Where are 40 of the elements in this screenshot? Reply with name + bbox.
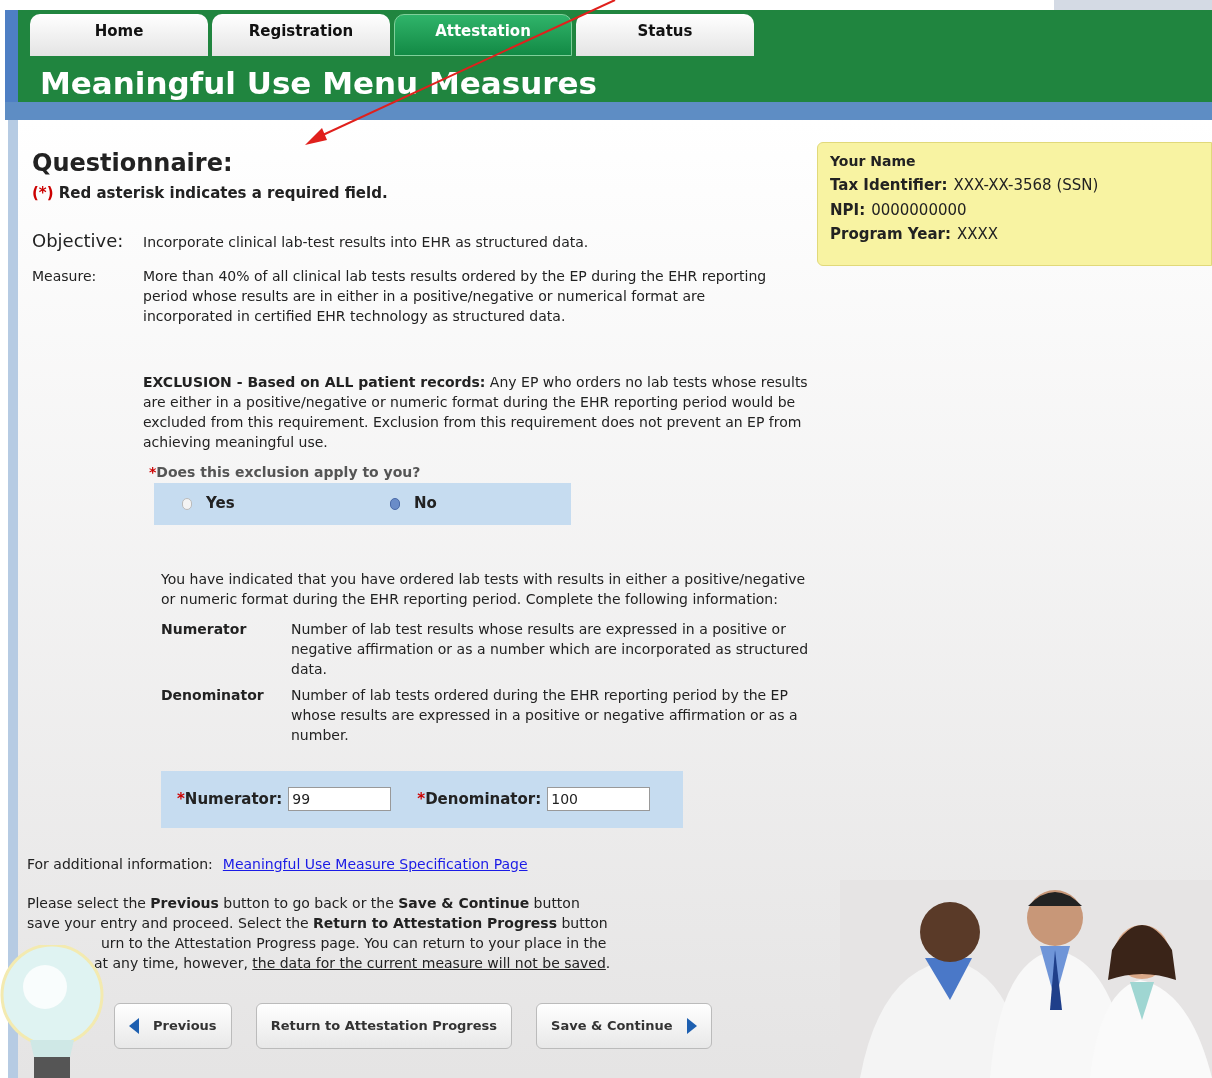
definition-text: Number of lab test results whose results are expressed in a positive or negative affirmation or as a number which are incorporated as structured data. bbox=[291, 619, 810, 679]
right-arrow-icon bbox=[686, 1017, 697, 1034]
nav-tab[interactable]: Registration bbox=[212, 14, 390, 56]
objective-text: Incorporate clinical lab-test results into EHR as structured data. bbox=[143, 232, 589, 252]
measure-text: More than 40% of all clinical lab tests results ordered by the EP during the EHR reporting period whose results are in either in a positive/negative or numerical format are incorporated in certified EHR technology as structured data. bbox=[143, 266, 768, 326]
provider-value: XXX-XX-3568 (SSN) bbox=[953, 175, 1099, 196]
provider-value: XXXX bbox=[957, 224, 999, 245]
radio-icon[interactable] bbox=[182, 497, 192, 510]
specification-link[interactable]: Meaningful Use Measure Specification Page bbox=[222, 853, 528, 875]
exclusion-question: *Does this exclusion apply to you? bbox=[149, 462, 422, 482]
objective-label: Objective: bbox=[32, 228, 125, 253]
field-label: *Denominator: bbox=[417, 788, 542, 810]
left-arrow-icon bbox=[129, 1017, 139, 1034]
info-text: You have indicated that you have ordered lab tests with results in either a positive/negative or numeric format during the EHR reporting period. Complete the following information: bbox=[161, 569, 807, 609]
nav-tab[interactable]: Home bbox=[30, 14, 208, 56]
instructions-text: Please select the Previous button to go back or the Save & Continue button save your entry and proceed. Select the Return to Attestation Progress button urn to the Attestation Progress page. You can return to your place in the at any time, however, the data for the current measure will not be saved. bbox=[27, 893, 612, 973]
page-title: Meaningful Use Menu Measures bbox=[40, 66, 598, 100]
field-label: *Numerator: bbox=[177, 788, 283, 810]
measure-label: Measure: bbox=[32, 266, 98, 286]
exclusion-text: EXCLUSION - Based on ALL patient records: Any EP who orders no lab tests whose results are either in a positive/negative or numeric format during the EHR reporting period would be excluded from this requirement. Exclusion from this requirement does not prevent an EP from achieving meaningful use. bbox=[143, 372, 808, 452]
nav-button[interactable]: Save & Continue bbox=[536, 1002, 712, 1049]
additional-info-label: For additional information: bbox=[27, 854, 213, 874]
nav-tab[interactable]: Status bbox=[576, 14, 754, 56]
definition-text: Number of lab tests ordered during the EHR reporting period by the EP whose results are expressed in a positive or negative affirmation or as a number. bbox=[291, 685, 799, 745]
radio-option[interactable]: Yes bbox=[154, 492, 362, 515]
input-field[interactable]: 99 bbox=[288, 787, 392, 811]
provider-label: NPI: bbox=[830, 199, 866, 221]
radio-option[interactable]: No bbox=[362, 492, 570, 515]
provider-name: Your Name bbox=[830, 152, 917, 171]
nav-button[interactable]: Return to Attestation Progress bbox=[255, 1002, 513, 1049]
definition-term: Numerator bbox=[161, 619, 248, 639]
nav-button[interactable]: Previous bbox=[114, 1002, 232, 1049]
provider-value: 0000000000 bbox=[871, 199, 967, 221]
provider-label: Tax Identifier: bbox=[830, 175, 948, 196]
provider-label: Program Year: bbox=[830, 224, 951, 245]
section-title: Questionnaire: bbox=[32, 148, 234, 178]
radio-icon[interactable] bbox=[390, 497, 400, 510]
input-field[interactable]: 100 bbox=[547, 787, 651, 811]
required-note: (*) Red asterisk indicates a required field. bbox=[32, 183, 389, 204]
definition-term: Denominator bbox=[161, 685, 265, 705]
